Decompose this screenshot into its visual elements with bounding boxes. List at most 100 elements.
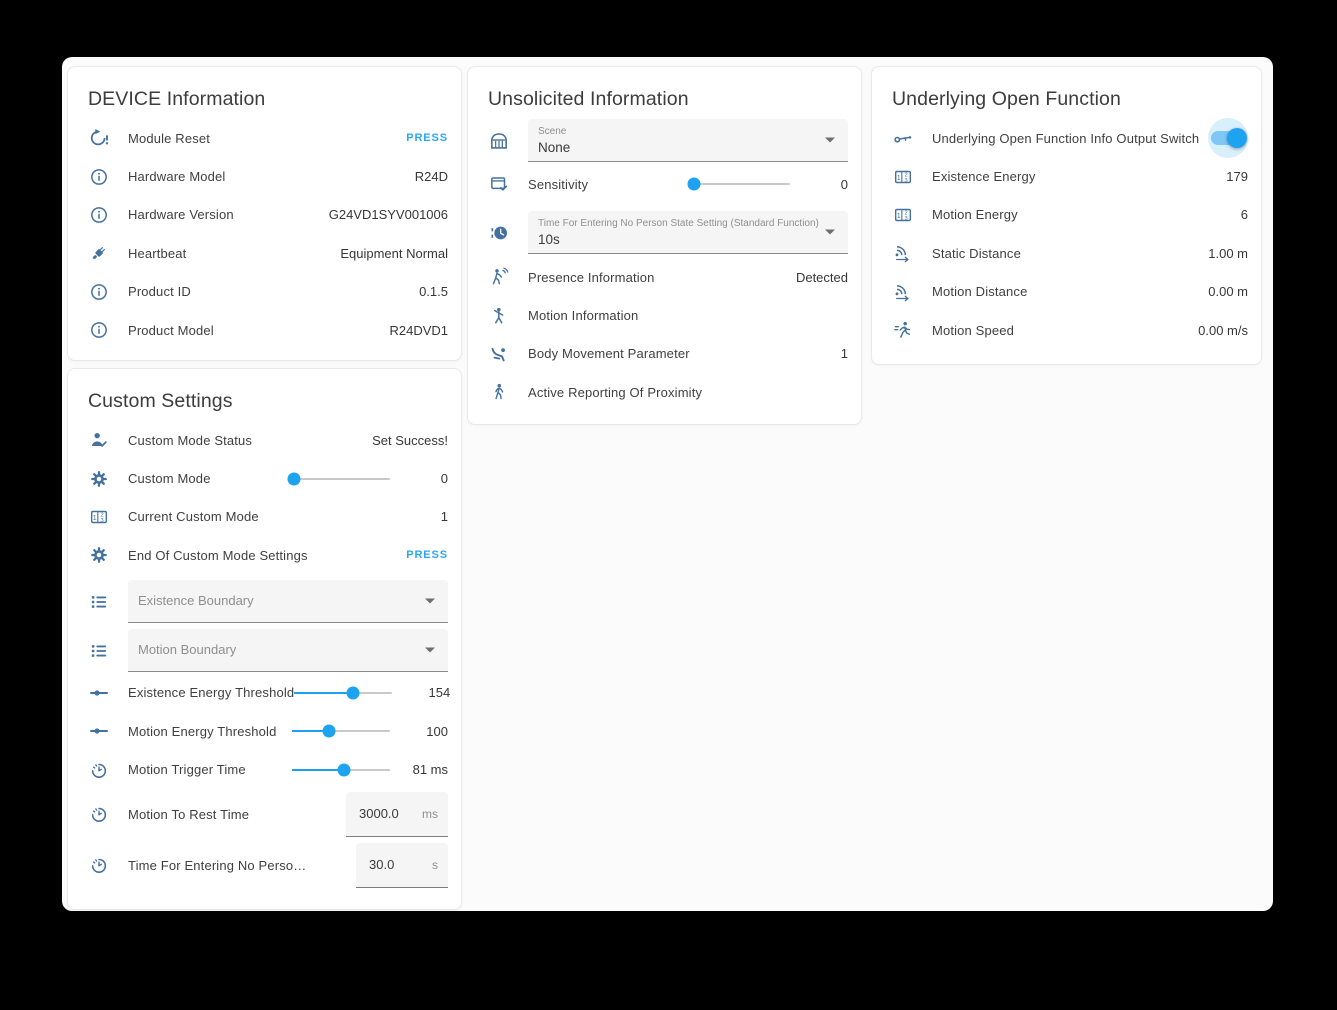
motion-speed-label: Motion Speed	[932, 323, 1014, 338]
underlying-open-function-title: Underlying Open Function	[892, 88, 1241, 111]
motion-energy-threshold-value: 100	[400, 724, 448, 739]
info-icon	[89, 282, 109, 302]
existence-energy-label: Existence Energy	[932, 169, 1036, 184]
numbers-icon	[893, 167, 913, 187]
slider-thumb[interactable]	[323, 725, 336, 738]
device-information-title: DEVICE Information	[88, 88, 441, 111]
existence-boundary-select[interactable]: Existence Boundary	[128, 580, 448, 623]
hardware-version-label: Hardware Version	[128, 207, 234, 222]
sensitivity-slider[interactable]	[692, 183, 790, 185]
sensitivity-value: 0	[800, 177, 848, 192]
module-reset-label: Module Reset	[128, 131, 210, 146]
slider-thumb[interactable]	[337, 763, 350, 776]
row-static-distance: Static Distance 1.00 m	[872, 234, 1261, 272]
body-movement-label: Body Movement Parameter	[528, 346, 690, 361]
slider-thumb[interactable]	[347, 686, 360, 699]
row-motion-information: Motion Information	[468, 296, 861, 334]
heartbeat-value: Equipment Normal	[340, 246, 448, 261]
slider-thumb[interactable]	[287, 472, 300, 485]
key-icon	[893, 128, 913, 148]
signal-icon	[893, 243, 913, 263]
row-motion-speed: Motion Speed 0.00 m/s	[872, 311, 1261, 349]
product-id-value: 0.1.5	[419, 284, 448, 299]
row-custom-mode: Custom Mode 0	[68, 459, 461, 497]
clock-icon	[489, 223, 509, 243]
row-motion-distance: Motion Distance 0.00 m	[872, 273, 1261, 311]
end-custom-mode-label: End Of Custom Mode Settings	[128, 548, 308, 563]
row-motion-energy: Motion Energy 6	[872, 196, 1261, 234]
row-existence-energy-threshold: Existence Energy Threshold 154	[68, 674, 461, 712]
row-product-model: Product Model R24DVD1	[68, 311, 461, 349]
proximity-walk-icon	[489, 382, 509, 402]
no-person-time-select[interactable]: Time For Entering No Person State Settin…	[528, 211, 848, 254]
output-switch-toggle[interactable]	[1208, 118, 1248, 158]
sensitivity-label: Sensitivity	[528, 177, 588, 192]
info-icon	[89, 320, 109, 340]
presence-icon	[489, 267, 509, 287]
output-switch-label: Underlying Open Function Info Output Swi…	[932, 131, 1199, 146]
scene-select[interactable]: Scene None	[528, 119, 848, 162]
motion-trigger-time-value: 81 ms	[400, 762, 448, 777]
motion-energy-threshold-slider[interactable]	[292, 730, 390, 732]
hardware-version-value: G24VD1SYV001006	[329, 207, 448, 222]
row-active-reporting: Active Reporting Of Proximity	[468, 373, 861, 411]
hardware-model-value: R24D	[415, 169, 448, 184]
motion-boundary-placeholder: Motion Boundary	[138, 642, 416, 657]
motion-to-rest-time-unit: ms	[422, 807, 438, 821]
presence-information-label: Presence Information	[528, 270, 655, 285]
chevron-down-icon	[425, 647, 435, 652]
chevron-down-icon	[425, 598, 435, 603]
gear-icon	[89, 545, 109, 565]
motion-to-rest-time-input[interactable]: 3000.0 ms	[346, 792, 448, 837]
existence-boundary-select-row: Existence Boundary	[68, 580, 461, 623]
motion-energy-threshold-label: Motion Energy Threshold	[128, 724, 276, 739]
row-end-custom-mode: End Of Custom Mode Settings PRESS	[68, 536, 461, 574]
custom-mode-value: 0	[400, 471, 448, 486]
product-model-label: Product Model	[128, 323, 214, 338]
numbers-icon	[893, 205, 913, 225]
row-no-person-time: Time For Entering No Perso… 30.0 s	[68, 840, 461, 891]
motion-energy-label: Motion Energy	[932, 207, 1018, 222]
row-body-movement: Body Movement Parameter 1	[468, 335, 861, 373]
motion-speed-value: 0.00 m/s	[1198, 323, 1248, 338]
module-reset-press-button[interactable]: PRESS	[406, 132, 448, 144]
end-custom-mode-press-button[interactable]: PRESS	[406, 549, 448, 561]
row-existence-energy: Existence Energy 179	[872, 157, 1261, 195]
row-custom-mode-status: Custom Mode Status Set Success!	[68, 421, 461, 459]
row-current-custom-mode: Current Custom Mode 1	[68, 498, 461, 536]
existence-energy-threshold-label: Existence Energy Threshold	[128, 685, 294, 700]
no-person-time-select-value: 10s	[538, 232, 816, 247]
row-heartbeat: Heartbeat Equipment Normal	[68, 234, 461, 272]
motion-distance-value: 0.00 m	[1208, 284, 1248, 299]
current-custom-mode-label: Current Custom Mode	[128, 509, 259, 524]
custom-mode-slider[interactable]	[292, 478, 390, 480]
scene-select-label: Scene	[538, 126, 816, 137]
motion-trigger-time-label: Motion Trigger Time	[128, 762, 246, 777]
no-person-time-unit: s	[432, 858, 438, 872]
existence-boundary-placeholder: Existence Boundary	[138, 593, 416, 608]
product-id-label: Product ID	[128, 284, 191, 299]
motion-energy-value: 6	[1241, 207, 1248, 222]
unsolicited-information-card: Unsolicited Information Scene None Sensi…	[467, 66, 862, 425]
timer-icon	[89, 804, 109, 824]
custom-settings-card: Custom Settings Custom Mode Status Set S…	[67, 368, 462, 910]
row-presence-information: Presence Information Detected	[468, 258, 861, 296]
existence-energy-threshold-slider[interactable]	[294, 692, 392, 694]
hardware-model-label: Hardware Model	[128, 169, 225, 184]
motion-boundary-select[interactable]: Motion Boundary	[128, 629, 448, 672]
heartbeat-label: Heartbeat	[128, 246, 186, 261]
app-canvas: DEVICE Information Module Reset PRESS Ha…	[62, 57, 1273, 911]
custom-mode-status-value: Set Success!	[372, 433, 448, 448]
row-hardware-version: Hardware Version G24VD1SYV001006	[68, 196, 461, 234]
no-person-time-input[interactable]: 30.0 s	[356, 843, 448, 888]
static-distance-label: Static Distance	[932, 246, 1021, 261]
no-person-time-select-label: Time For Entering No Person State Settin…	[538, 218, 816, 229]
custom-mode-status-label: Custom Mode Status	[128, 433, 252, 448]
body-movement-icon	[489, 344, 509, 364]
motion-trigger-time-slider[interactable]	[292, 769, 390, 771]
slider-thumb[interactable]	[687, 178, 700, 191]
unsolicited-information-title: Unsolicited Information	[488, 88, 841, 111]
scene-icon	[489, 131, 509, 151]
existence-energy-value: 179	[1226, 169, 1248, 184]
row-motion-trigger-time: Motion Trigger Time 81 ms	[68, 750, 461, 788]
